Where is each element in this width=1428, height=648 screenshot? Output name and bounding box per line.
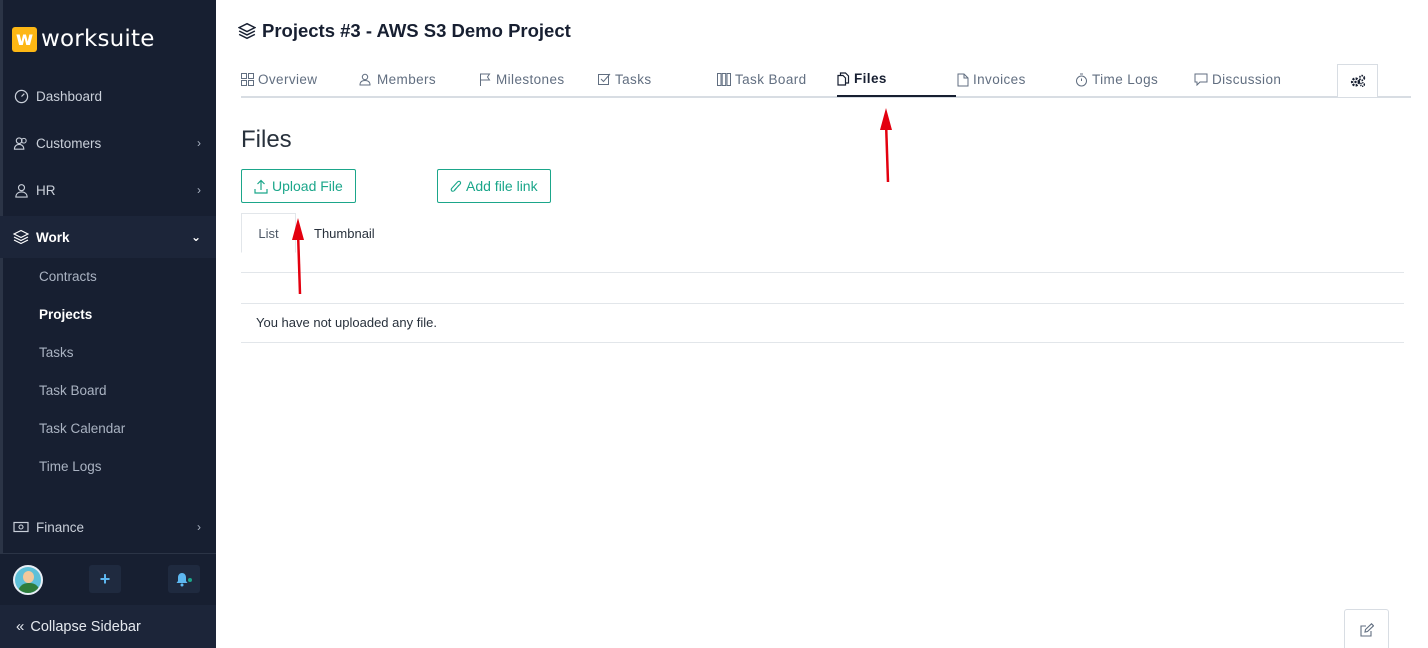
- cash-icon: [13, 519, 29, 535]
- tab-members[interactable]: Members: [359, 72, 436, 87]
- page-title: Projects #3 - AWS S3 Demo Project: [238, 20, 571, 42]
- collapse-sidebar-button[interactable]: « Collapse Sidebar: [0, 605, 216, 648]
- add-file-link-button[interactable]: Add file link: [437, 169, 551, 203]
- sidebar-item-work[interactable]: Work ⌄: [0, 216, 216, 258]
- sidebar-footer: +: [0, 553, 216, 605]
- sidebar-item-label: HR: [36, 182, 56, 198]
- annotation-arrow-icon: [880, 108, 892, 183]
- annotation-arrow-icon: [292, 218, 304, 295]
- brand-logo[interactable]: w worksuite: [12, 26, 155, 52]
- tab-label: Time Logs: [1092, 72, 1159, 87]
- files-icon: [837, 71, 850, 86]
- sidebar-subitem-tasks[interactable]: Tasks: [39, 345, 74, 360]
- upload-file-button[interactable]: Upload File: [241, 169, 356, 203]
- sidebar-subitem-task-board[interactable]: Task Board: [39, 383, 107, 398]
- project-tabs: Overview Members Milestones Tasks Task B…: [241, 64, 1411, 98]
- bell-icon: [176, 573, 192, 587]
- tab-time-logs[interactable]: Time Logs: [1075, 72, 1158, 87]
- upload-icon: [254, 179, 268, 194]
- add-file-link-label: Add file link: [466, 178, 538, 194]
- sidebar-item-hr[interactable]: HR ›: [0, 169, 216, 211]
- stopwatch-icon: [1075, 73, 1088, 87]
- files-heading: Files: [241, 126, 292, 153]
- brand-mark: w: [12, 26, 37, 52]
- brand-name: worksuite: [41, 26, 155, 52]
- tab-label: Members: [377, 72, 437, 87]
- tab-invoices[interactable]: Invoices: [957, 72, 1026, 87]
- chevron-down-icon: ⌄: [190, 230, 201, 244]
- sidebar-item-label: Dashboard: [36, 88, 103, 104]
- tab-overview[interactable]: Overview: [241, 72, 317, 87]
- tab-label: Milestones: [496, 72, 565, 87]
- plus-icon: +: [99, 568, 111, 589]
- tab-label: Invoices: [973, 72, 1026, 87]
- tab-label: Discussion: [1212, 72, 1282, 87]
- speedometer-icon: [13, 88, 29, 104]
- columns-icon: [717, 73, 731, 86]
- tab-tasks[interactable]: Tasks: [598, 72, 652, 87]
- quick-note-button[interactable]: [1344, 609, 1389, 648]
- sidebar-subitem-contracts[interactable]: Contracts: [39, 269, 97, 284]
- gears-icon: [1350, 74, 1365, 88]
- sidebar-item-label: Customers: [36, 135, 102, 151]
- notifications-button[interactable]: [168, 565, 200, 593]
- double-chevron-left-icon: «: [16, 618, 25, 635]
- sidebar-subitem-task-calendar[interactable]: Task Calendar: [39, 421, 125, 436]
- tab-label: Overview: [258, 72, 318, 87]
- layers-icon: [238, 22, 256, 40]
- sidebar-item-label: Finance: [36, 519, 85, 535]
- tab-files[interactable]: Files: [837, 71, 887, 86]
- sidebar: w worksuite Dashboard Customers › HR › W…: [0, 0, 216, 648]
- chevron-right-icon: ›: [197, 136, 201, 150]
- chevron-right-icon: ›: [197, 183, 201, 197]
- sidebar-subitem-projects[interactable]: Projects: [39, 307, 92, 322]
- divider: [241, 303, 1404, 304]
- edit-icon: [1359, 623, 1374, 637]
- project-settings-button[interactable]: [1337, 64, 1378, 97]
- sidebar-subitem-time-logs[interactable]: Time Logs: [39, 459, 102, 474]
- upload-file-label: Upload File: [272, 178, 343, 194]
- tab-label: Task Board: [735, 72, 807, 87]
- tab-discussion[interactable]: Discussion: [1194, 72, 1281, 87]
- active-tab-indicator: [837, 95, 956, 97]
- paperclip-icon: [450, 179, 462, 194]
- chat-icon: [1194, 73, 1208, 86]
- flag-icon: [479, 73, 492, 87]
- user-group-icon: [13, 135, 29, 151]
- tab-label: Tasks: [615, 72, 652, 87]
- grid-icon: [241, 73, 254, 86]
- document-icon: [957, 73, 969, 87]
- empty-files-message: You have not uploaded any file.: [256, 315, 437, 330]
- page-title-text: Projects #3 - AWS S3 Demo Project: [262, 20, 571, 41]
- divider: [241, 342, 1404, 343]
- person-icon: [13, 182, 29, 198]
- view-tab-thumbnail[interactable]: Thumbnail: [314, 213, 375, 253]
- user-group-icon: [359, 73, 373, 86]
- sidebar-item-customers[interactable]: Customers ›: [0, 122, 216, 164]
- sidebar-item-finance[interactable]: Finance ›: [0, 506, 216, 548]
- layers-icon: [13, 229, 29, 245]
- checkbox-icon: [598, 73, 611, 86]
- chevron-right-icon: ›: [197, 520, 201, 534]
- tab-milestones[interactable]: Milestones: [479, 72, 565, 87]
- sidebar-item-dashboard[interactable]: Dashboard: [0, 75, 216, 117]
- sidebar-item-label: Work: [36, 229, 70, 245]
- quick-add-button[interactable]: +: [89, 565, 121, 593]
- tab-label: Files: [854, 71, 887, 86]
- collapse-sidebar-label: Collapse Sidebar: [30, 618, 141, 635]
- avatar[interactable]: [13, 565, 43, 595]
- divider: [241, 272, 1404, 273]
- tab-task-board[interactable]: Task Board: [717, 72, 807, 87]
